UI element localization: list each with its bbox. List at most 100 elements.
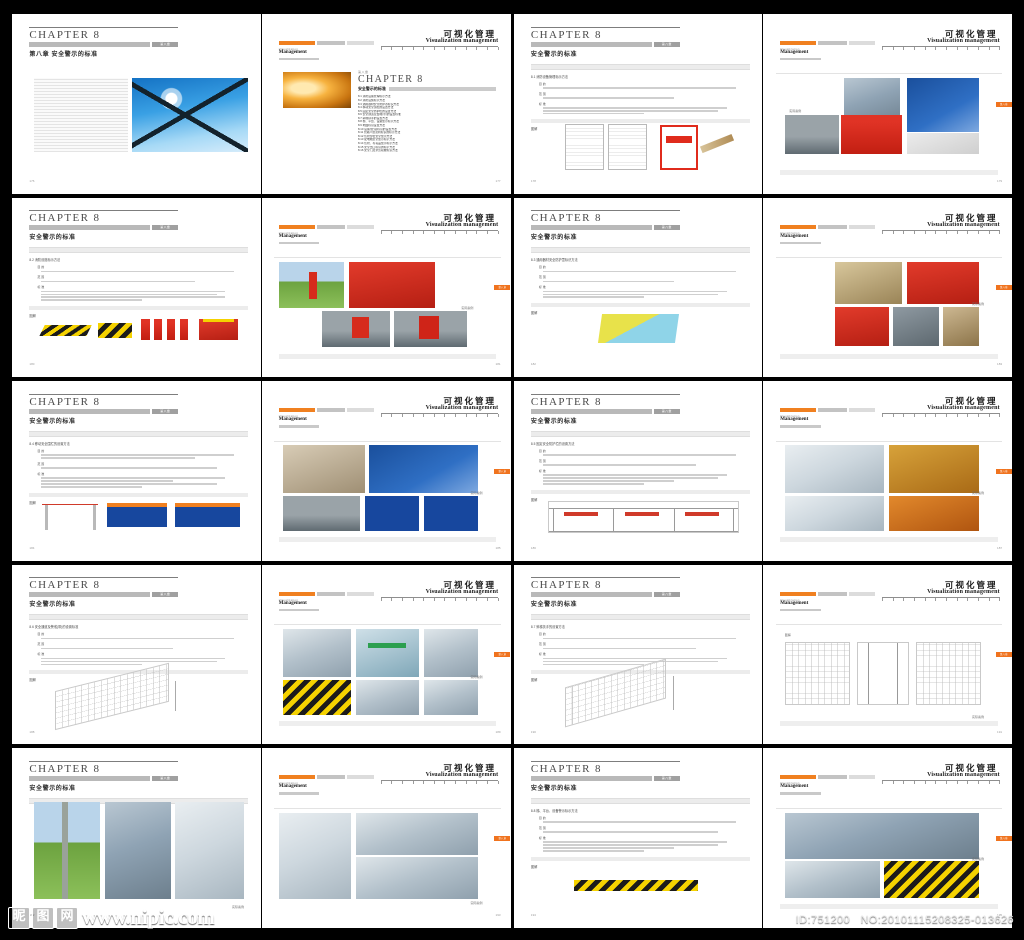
scope-block: 范 围 — [29, 642, 248, 650]
figure-hazard-plate — [98, 322, 133, 338]
header-divider — [274, 257, 501, 259]
chapter-tab[interactable]: 第八章 — [494, 468, 511, 474]
page-number: 193 — [495, 913, 501, 918]
brand-header: 可视化管理 Visualization management Visualiza… — [776, 394, 1002, 428]
figure-safety-cover — [597, 313, 679, 343]
brand-underbar — [780, 57, 821, 61]
brand-en: Visualization management — [927, 772, 1000, 779]
page-number: 186 — [530, 546, 536, 551]
page-number: 191 — [997, 729, 1003, 734]
spread-10[interactable]: CHAPTER 8 第八章 安全警示的标准 8.8 梯、平台、设备警示标示方法 … — [513, 748, 1012, 928]
page-left-5[interactable]: CHAPTER 8 第八章 安全警示的标准 8.4 移动安全围栏的设置方法 目 … — [12, 381, 261, 561]
photo-fire-cabinet-floor — [321, 310, 390, 348]
page-right-4[interactable]: 可视化管理 Visualization management Visualiza… — [763, 197, 1012, 378]
chapter-tab[interactable]: 第八章 — [494, 285, 511, 291]
ruler-icon — [380, 45, 499, 52]
page-left-4[interactable]: CHAPTER 8 第八章 安全警示的标准 8.3 通用器材安全防护罩标识方法 … — [513, 197, 763, 378]
ruler-icon — [380, 780, 499, 786]
page-left-6[interactable]: CHAPTER 8 第八章 安全警示的标准 8.5 固定安全防护栏的设置方法 目… — [513, 381, 763, 561]
page-left-1[interactable]: CHAPTER 8 第八章 第八章 安全警示的标准 176 — [12, 14, 261, 194]
section-band — [29, 614, 249, 621]
page-number: 188 — [29, 729, 35, 734]
page-right-9[interactable]: 可视化管理 Visualization management Visualiza… — [261, 748, 511, 928]
page-number: 179 — [997, 178, 1003, 183]
photo-silo — [104, 801, 172, 899]
photo-cabinet-wall-2 — [906, 78, 980, 132]
ruler-icon — [380, 229, 499, 236]
chapter-cn-title: 安全警示的标准 — [29, 235, 76, 242]
header-divider — [274, 807, 501, 809]
photo-amber-abstract — [283, 72, 352, 109]
drawing-ladder-1 — [784, 641, 851, 705]
section-heading: 8.1 消防设备管理标示方法 — [530, 74, 569, 79]
page-left-2[interactable]: CHAPTER 8 第八章 安全警示的标准 8.1 消防设备管理标示方法 目 的… — [513, 14, 763, 194]
photo-hazard-stripe-floor — [283, 679, 352, 715]
purpose-label: 目 的 — [538, 265, 546, 270]
chapter-rule — [530, 577, 680, 579]
photo-wall: 实际案例 — [776, 445, 1002, 537]
page-number: 194 — [530, 913, 536, 918]
standard-label: 标 准 — [37, 285, 45, 290]
page-number: 184 — [29, 546, 35, 551]
drawing-ladder-2 — [857, 641, 909, 705]
page-right-8[interactable]: 可视化管理 Visualization management Visualiza… — [763, 564, 1012, 745]
toc-list: 8.1 消防设备管理标示方法 8.2 消防设施标示方法 8.3 通用器材安全防护罩标… — [358, 95, 496, 153]
photo-hydrant-lawn — [278, 261, 345, 308]
spread-5[interactable]: CHAPTER 8 第八章 安全警示的标准 8.4 移动安全围栏的设置方法 目 … — [12, 381, 511, 561]
page-right-6[interactable]: 可视化管理 Visualization management Visualiza… — [763, 381, 1012, 561]
chapter-tab[interactable]: 第八章 — [995, 835, 1012, 841]
spread-6[interactable]: CHAPTER 8 第八章 安全警示的标准 8.5 固定安全防护栏的设置方法 目… — [513, 381, 1012, 561]
photo-stairs-3 — [423, 628, 478, 677]
page-right-10[interactable]: 可视化管理 Visualization management Visualiza… — [763, 748, 1012, 928]
chapter-tab[interactable]: 第八章 — [494, 652, 511, 658]
spread-8[interactable]: CHAPTER 8 第八章 安全警示的标准 8.7 斜梯扶手的设置方法 目 的 … — [513, 564, 1012, 745]
scope-block: 范 围 — [531, 459, 750, 466]
spread-1[interactable]: CHAPTER 8 第八章 第八章 安全警示的标准 176 可视化管理 Visu… — [12, 14, 511, 194]
chapter-tab[interactable]: 第八章 — [995, 468, 1012, 474]
purpose-block: 目 的 — [29, 449, 248, 459]
footer-band — [278, 353, 497, 359]
page-right-1[interactable]: 可视化管理 Visualization management Visualiza… — [261, 14, 511, 194]
case-label: 实际案例 — [470, 900, 483, 905]
spread-3[interactable]: CHAPTER 8 第八章 安全警示的标准 8.2 消防设施标示方法 目 的 范… — [12, 197, 511, 378]
chapter-tab[interactable]: 第八章 — [995, 652, 1012, 658]
chapter-tab[interactable]: 第八章 — [995, 285, 1012, 291]
page-left-9[interactable]: CHAPTER 8 第八章 安全警示的标准 实际案例 192 — [12, 748, 261, 928]
page-right-3[interactable]: 可视化管理 Visualization management Visualiza… — [261, 197, 511, 378]
ruler-icon — [882, 596, 1000, 603]
chapter-tab[interactable]: 第八章 — [995, 101, 1012, 107]
page-thumbnail-grid: CHAPTER 8 第八章 第八章 安全警示的标准 176 可视化管理 Visu… — [0, 0, 1024, 940]
chapter-title: CHAPTER 8 — [530, 579, 602, 592]
brand-en: Visualization management — [927, 221, 1000, 228]
page-left-8[interactable]: CHAPTER 8 第八章 安全警示的标准 8.7 斜梯扶手的设置方法 目 的 … — [513, 564, 763, 745]
spread-9[interactable]: CHAPTER 8 第八章 安全警示的标准 实际案例 192 可视化管理 Vis… — [12, 748, 511, 928]
spread-7[interactable]: CHAPTER 8 第八章 安全警示的标准 8.6 安全通道及警戒(带)的设置标… — [12, 564, 511, 745]
spread-4[interactable]: CHAPTER 8 第八章 安全警示的标准 8.3 通用器材安全防护罩标识方法 … — [513, 197, 1012, 378]
chapter-tab[interactable]: 第八章 — [494, 835, 511, 841]
purpose-block: 目 的 — [531, 816, 750, 823]
page-number: 178 — [530, 178, 536, 183]
chapter-tag: 第八章 — [653, 225, 680, 231]
chapter-title: CHAPTER 8 — [530, 762, 602, 775]
page-right-7[interactable]: 可视化管理 Visualization management Visualiza… — [261, 564, 511, 745]
chapter-bar: 第八章 — [530, 408, 680, 414]
page-right-5[interactable]: 可视化管理 Visualization management Visualiza… — [261, 381, 511, 561]
brand-en: Visualization management — [927, 588, 1000, 595]
photo-wall: 实际案例 — [274, 261, 500, 354]
brand-en: Visualization management — [425, 588, 499, 595]
footer-band — [780, 720, 998, 726]
page-right-2[interactable]: 可视化管理 Visualization management Visualiza… — [763, 14, 1012, 194]
page-left-3[interactable]: CHAPTER 8 第八章 安全警示的标准 8.2 消防设施标示方法 目 的 范… — [12, 197, 261, 378]
standard-label: 标 准 — [37, 652, 45, 657]
brand-underbar — [780, 425, 821, 428]
page-left-10[interactable]: CHAPTER 8 第八章 安全警示的标准 8.8 梯、平台、设备警示标示方法 … — [513, 748, 763, 928]
page-left-7[interactable]: CHAPTER 8 第八章 安全警示的标准 8.6 安全通道及警戒(带)的设置标… — [12, 564, 261, 745]
purpose-block: 目 的 — [531, 265, 750, 273]
spread-2[interactable]: CHAPTER 8 第八章 安全警示的标准 8.1 消防设备管理标示方法 目 的… — [513, 14, 1012, 194]
page-number: 180 — [29, 362, 35, 367]
brand-en: Visualization management — [425, 405, 499, 412]
header-divider — [775, 440, 1003, 442]
scope-block: 范 围 — [531, 642, 750, 650]
case-label: 实际案例 — [461, 305, 474, 310]
toc-item-16[interactable]: 8.16 安全门及紧急疏散标识方法 — [358, 149, 496, 153]
